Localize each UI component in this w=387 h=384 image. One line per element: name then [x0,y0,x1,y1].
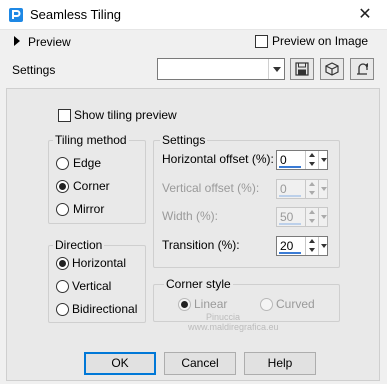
save-preset-icon [295,62,309,76]
transition-label: Transition (%): [162,238,240,252]
spin-up-icon[interactable] [307,237,317,246]
vertical-offset-spin: 0 [276,179,328,199]
transition-spin[interactable]: 20 [276,236,328,256]
preset-combo[interactable] [157,58,285,80]
spin-down-icon [307,189,317,198]
width-spin: 50 [276,207,328,227]
corner-linear-radio [178,298,191,311]
corner-linear-label: Linear [194,297,228,311]
app-icon [9,8,23,22]
spin-up-icon[interactable] [307,151,317,160]
tiling-mirror-label[interactable]: Mirror [73,202,104,216]
window-title: Seamless Tiling [30,7,122,22]
spin-up-icon [307,180,317,189]
preview-toggle-label[interactable]: Preview [28,35,71,49]
tiling-mirror-radio[interactable] [56,203,69,216]
watermark-line1: Pinuccia [206,312,241,322]
spin-down-icon[interactable] [307,160,317,169]
reset-icon [357,63,368,75]
horizontal-offset-value[interactable]: 0 [280,153,287,167]
spin-down-icon [307,217,317,226]
help-button[interactable]: Help [244,352,316,375]
tiling-method-title: Tiling method [53,133,129,147]
preview-on-image-checkbox[interactable] [255,35,268,48]
direction-title: Direction [53,238,105,252]
show-tiling-preview-checkbox[interactable] [58,109,71,122]
corner-curved-label: Curved [276,297,315,311]
transition-value[interactable]: 20 [280,239,293,253]
horizontal-offset-label: Horizontal offset (%): [162,152,274,166]
settings-label: Settings [12,63,56,77]
ok-button[interactable]: OK [84,352,156,375]
save-preset-button[interactable] [290,58,314,80]
direction-bidirectional-radio[interactable] [56,303,69,316]
tiling-edge-radio[interactable] [56,157,69,170]
vertical-offset-bar [279,195,301,197]
chevron-down-icon[interactable] [318,237,328,255]
spin-up-icon [307,208,317,217]
corner-style-title: Corner style [164,277,233,291]
direction-horizontal-label[interactable]: Horizontal [72,256,126,270]
vertical-offset-label: Vertical offset (%): [162,181,260,195]
3d-cube-button[interactable] [320,58,344,80]
tiling-corner-radio[interactable] [56,180,69,193]
width-value: 50 [280,210,294,224]
width-label: Width (%): [162,209,219,223]
tiling-edge-label[interactable]: Edge [73,156,101,170]
close-icon[interactable]: ✕ [348,2,382,28]
transition-bar [279,252,301,254]
cancel-button[interactable]: Cancel [164,352,236,375]
chevron-down-icon [318,180,328,198]
show-tiling-preview-label[interactable]: Show tiling preview [74,108,177,122]
horizontal-offset-spin[interactable]: 0 [276,150,328,170]
expand-triangle-icon[interactable] [14,36,20,46]
horizontal-offset-bar [279,166,301,168]
chevron-down-icon[interactable] [318,151,328,169]
direction-vertical-label[interactable]: Vertical [72,279,111,293]
direction-vertical-radio[interactable] [56,280,69,293]
corner-curved-radio [260,298,273,311]
chevron-down-icon [318,208,328,226]
direction-horizontal-radio[interactable] [56,257,69,270]
direction-bidirectional-label[interactable]: Bidirectional [72,302,137,316]
tiling-corner-label[interactable]: Corner [73,179,110,193]
watermark-line2: www.maldiregrafica.eu [188,322,279,332]
preview-on-image-label[interactable]: Preview on Image [272,34,368,48]
3d-cube-icon [325,62,339,76]
spin-down-icon[interactable] [307,246,317,255]
offsets-title: Settings [160,133,208,147]
width-bar [279,223,301,225]
vertical-offset-value: 0 [280,182,287,196]
chevron-down-icon[interactable] [268,59,284,79]
reset-button[interactable] [350,58,374,80]
